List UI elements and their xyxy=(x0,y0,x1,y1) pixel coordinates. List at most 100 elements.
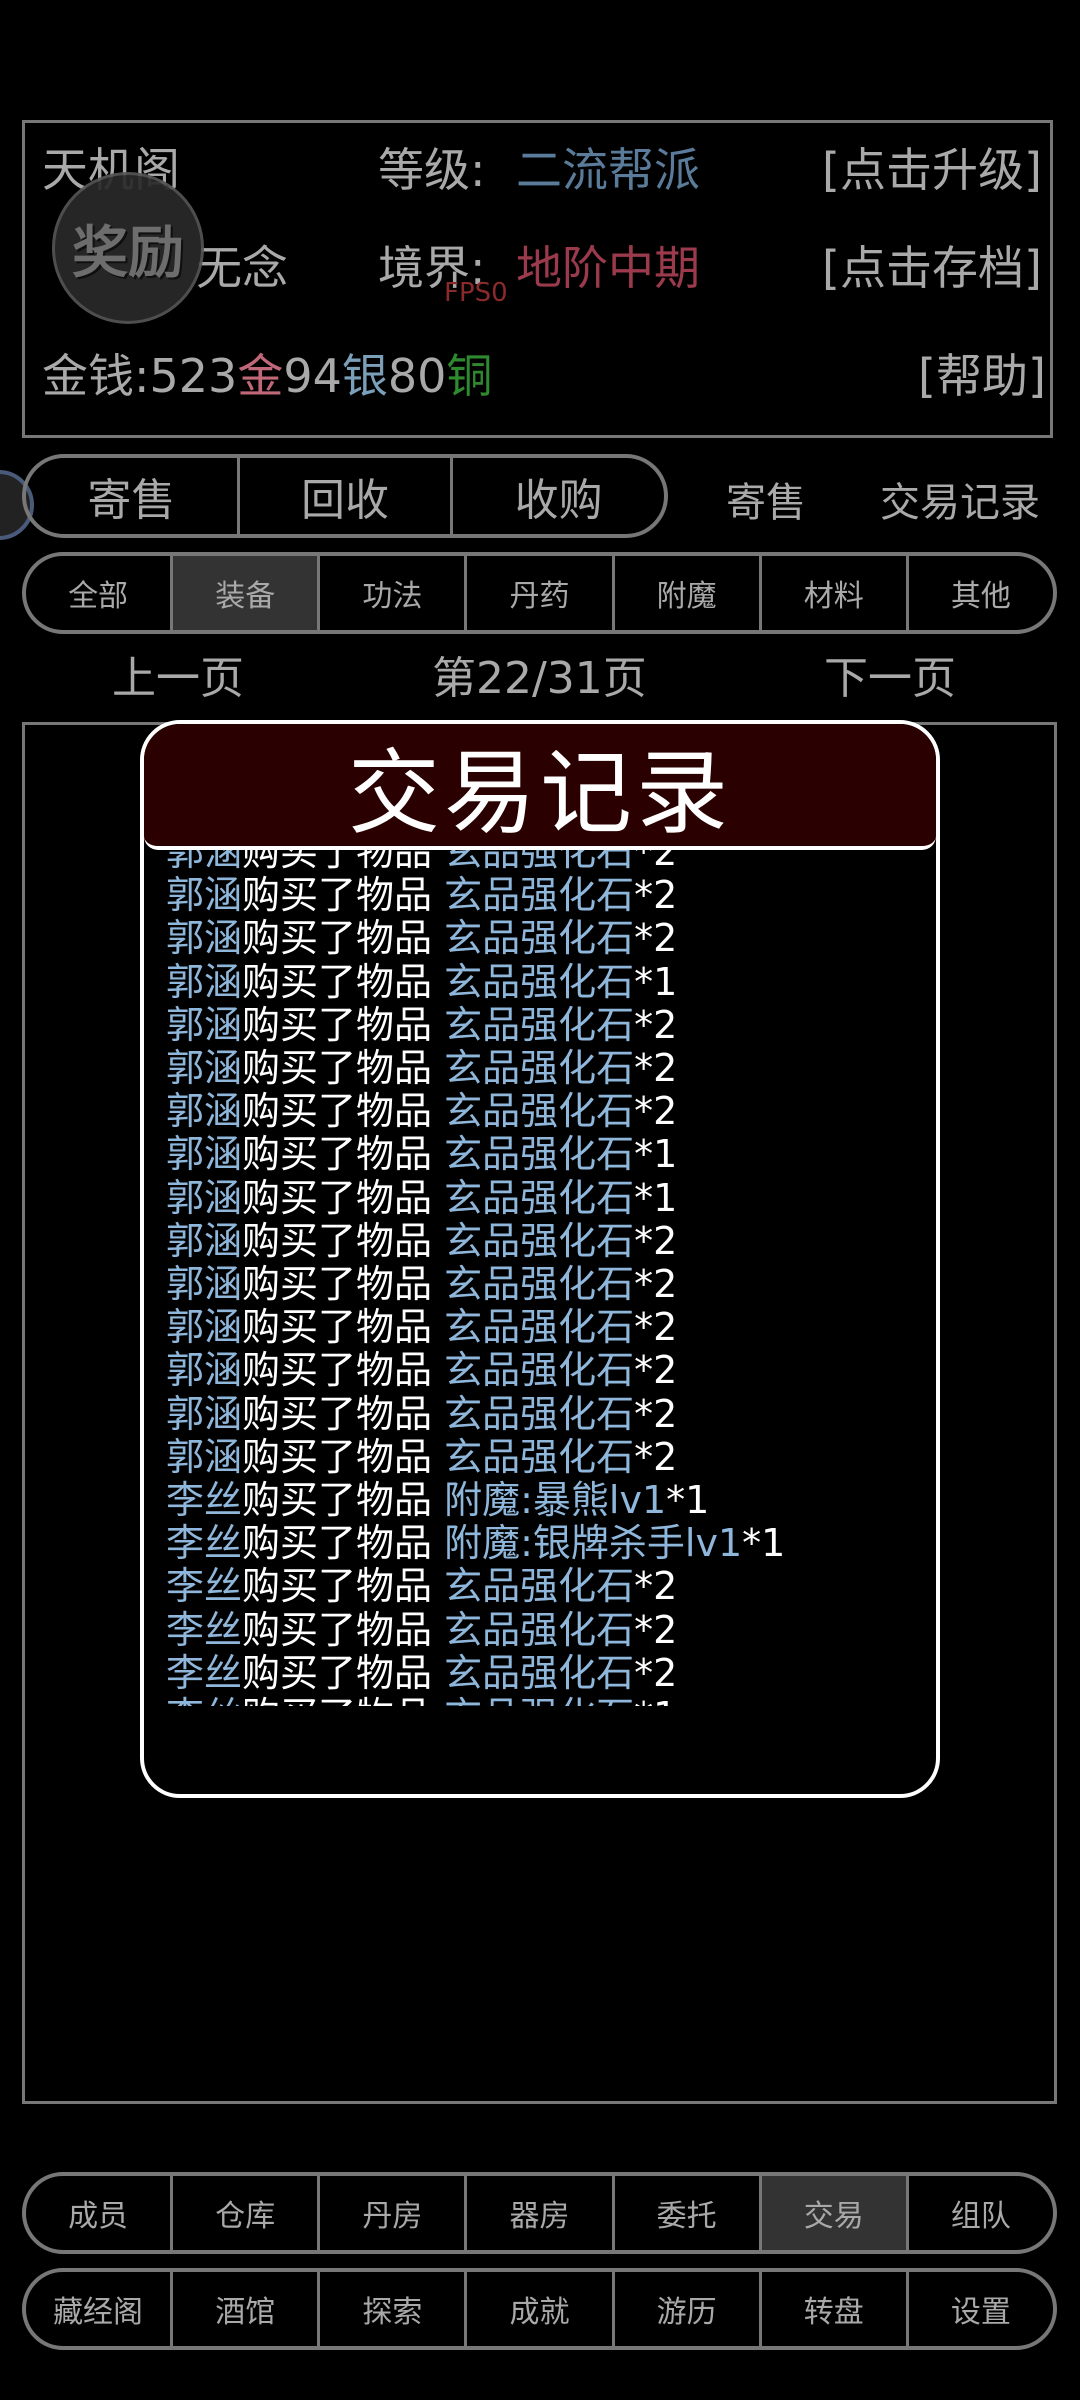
trade-record-row: 李丝购买了物品 玄品强化石*2 xyxy=(166,1564,677,1608)
record-action: 购买了物品 xyxy=(242,1650,445,1695)
consign-link[interactable]: 寄售 xyxy=(726,470,806,528)
record-quantity: *1 xyxy=(666,1478,710,1522)
category-other[interactable]: 其他 xyxy=(909,556,1053,630)
record-item: 玄品强化石 xyxy=(444,1391,635,1436)
record-buyer: 郭涵 xyxy=(166,1218,243,1263)
record-buyer: 郭涵 xyxy=(166,1089,243,1134)
gold-amount: 523 xyxy=(149,349,238,403)
save-link[interactable]: [点击存档] xyxy=(822,232,1042,298)
nav-members[interactable]: 成员 xyxy=(26,2176,174,2250)
record-buyer: 郭涵 xyxy=(166,1305,243,1350)
trade-record-row: 郭涵购买了物品 玄品强化石*2 xyxy=(166,1089,677,1133)
nav-team[interactable]: 组队 xyxy=(909,2176,1053,2250)
record-item: 附魔:银牌杀手lv1 xyxy=(444,1521,743,1566)
record-item: 玄品强化石 xyxy=(444,916,635,961)
next-page-button[interactable]: 下一页 xyxy=(824,642,956,706)
record-quantity: *2 xyxy=(634,1607,678,1652)
record-quantity: *2 xyxy=(634,1046,678,1090)
nav-alchemy-room[interactable]: 丹房 xyxy=(320,2176,468,2250)
record-item: 玄品强化石 xyxy=(444,1607,635,1652)
category-skills[interactable]: 功法 xyxy=(320,556,468,630)
trade-record-row: 郭涵购买了物品 玄品强化石*1 xyxy=(166,1132,677,1176)
record-buyer: 郭涵 xyxy=(166,1132,243,1177)
trade-log-link[interactable]: 交易记录 xyxy=(880,470,1040,528)
tab-purchase[interactable]: 收购 xyxy=(453,458,664,534)
record-buyer: 郭涵 xyxy=(166,873,243,918)
record-quantity: *2 xyxy=(634,1650,678,1695)
nav-commission[interactable]: 委托 xyxy=(615,2176,762,2250)
record-action: 购买了物品 xyxy=(242,1434,445,1479)
record-quantity: *2 xyxy=(634,1391,678,1436)
nav-forge-room[interactable]: 器房 xyxy=(467,2176,615,2250)
money-readout: 金钱:523金94银80铜 xyxy=(42,340,492,406)
record-quantity: *2 xyxy=(634,873,678,918)
trade-record-row: 李丝购买了物品 玄品强化石*2 xyxy=(166,1608,677,1652)
trade-record-row: 郭涵购买了物品 玄品强化石*2 xyxy=(166,1435,677,1479)
record-item: 玄品强化石 xyxy=(444,959,635,1004)
category-pills[interactable]: 丹药 xyxy=(467,556,615,630)
nav-tavern[interactable]: 酒馆 xyxy=(173,2272,321,2346)
reward-button[interactable]: 奖励 xyxy=(52,172,204,324)
upgrade-link[interactable]: [点击升级] xyxy=(822,134,1042,200)
nav-wheel[interactable]: 转盘 xyxy=(762,2272,909,2346)
record-action: 购买了物品 xyxy=(242,1521,445,1566)
category-enchant[interactable]: 附魔 xyxy=(615,556,762,630)
record-quantity: *1 xyxy=(634,1694,677,1706)
trade-record-row: 郭涵购买了物品 玄品强化石*1 xyxy=(166,960,677,1004)
page-indicator: 第22/31页 xyxy=(432,653,647,704)
record-buyer: 郭涵 xyxy=(166,1046,243,1090)
record-buyer: 李丝 xyxy=(166,1694,242,1706)
record-item: 附魔:暴熊lv1 xyxy=(444,1478,667,1522)
record-action: 购买了物品 xyxy=(242,1607,445,1652)
record-item: 玄品强化石 xyxy=(444,1434,635,1479)
record-action: 购买了物品 xyxy=(242,1089,445,1134)
nav-travel[interactable]: 游历 xyxy=(615,2272,762,2346)
record-buyer: 郭涵 xyxy=(166,1391,243,1436)
trade-record-row: 郭涵购买了物品 玄品强化石*2 xyxy=(166,1046,677,1090)
record-buyer: 郭涵 xyxy=(166,1348,243,1393)
category-all[interactable]: 全部 xyxy=(26,556,174,630)
record-item: 玄品强化石 xyxy=(444,873,635,918)
nav-explore[interactable]: 探索 xyxy=(320,2272,468,2346)
trade-record-row: 李丝购买了物品 玄品强化石*2 xyxy=(166,1651,677,1695)
record-item: 玄品强化石 xyxy=(444,1218,635,1263)
record-quantity: *2 xyxy=(634,1218,678,1263)
nav-settings[interactable]: 设置 xyxy=(909,2272,1053,2346)
category-materials[interactable]: 材料 xyxy=(762,556,909,630)
nav-trade[interactable]: 交易 xyxy=(761,2176,909,2250)
trade-record-row: 郭涵购买了物品 玄品强化石*2 xyxy=(166,1392,677,1436)
copper-unit: 铜 xyxy=(446,349,493,403)
record-buyer: 李丝 xyxy=(166,1650,243,1695)
record-item: 玄品强化石 xyxy=(444,1564,635,1609)
nav-achievements[interactable]: 成就 xyxy=(467,2272,615,2346)
prev-page-button[interactable]: 上一页 xyxy=(112,642,244,706)
record-buyer: 李丝 xyxy=(166,1607,243,1652)
dialog-title: 交易记录 xyxy=(144,724,936,850)
level-value: 二流帮派 xyxy=(516,143,700,197)
record-item: 玄品强化石 xyxy=(444,1089,635,1134)
record-action: 购买了物品 xyxy=(242,1218,445,1263)
nav-warehouse[interactable]: 仓库 xyxy=(173,2176,321,2250)
bottom-nav-secondary: 藏经阁 酒馆 探索 成就 游历 转盘 设置 xyxy=(22,2268,1057,2350)
trade-record-row: 李丝购买了物品 附魔:暴熊lv1*1 xyxy=(166,1478,709,1522)
trade-record-row: 李丝购买了物品 玄品强化石*1 xyxy=(166,1694,677,1706)
tab-consign[interactable]: 寄售 xyxy=(26,458,240,534)
trade-record-list[interactable]: 郭涵购买了物品 玄品强化石*2 郭涵购买了物品 玄品强化石*2 郭涵购买了物品 玄品… xyxy=(144,826,936,1706)
silver-unit: 银 xyxy=(341,349,388,403)
gold-unit: 金 xyxy=(237,349,284,403)
record-quantity: *1 xyxy=(634,959,678,1004)
silver-amount: 94 xyxy=(283,349,342,403)
trade-record-row: 郭涵购买了物品 玄品强化石*2 xyxy=(166,1348,677,1392)
fps-counter: FPS0 xyxy=(444,278,508,308)
record-item: 玄品强化石 xyxy=(444,1002,635,1047)
record-action: 购买了物品 xyxy=(242,1564,445,1609)
tab-recycle[interactable]: 回收 xyxy=(240,458,454,534)
record-action: 购买了物品 xyxy=(242,1046,445,1090)
record-action: 购买了物品 xyxy=(242,1478,445,1522)
record-action: 购买了物品 xyxy=(242,959,445,1004)
bottom-nav-primary: 成员 仓库 丹房 器房 委托 交易 组队 xyxy=(22,2172,1057,2254)
category-equipment[interactable]: 装备 xyxy=(173,556,321,630)
nav-library[interactable]: 藏经阁 xyxy=(26,2272,174,2346)
help-link[interactable]: [帮助] xyxy=(918,340,1046,406)
record-item: 玄品强化石 xyxy=(444,1694,634,1706)
